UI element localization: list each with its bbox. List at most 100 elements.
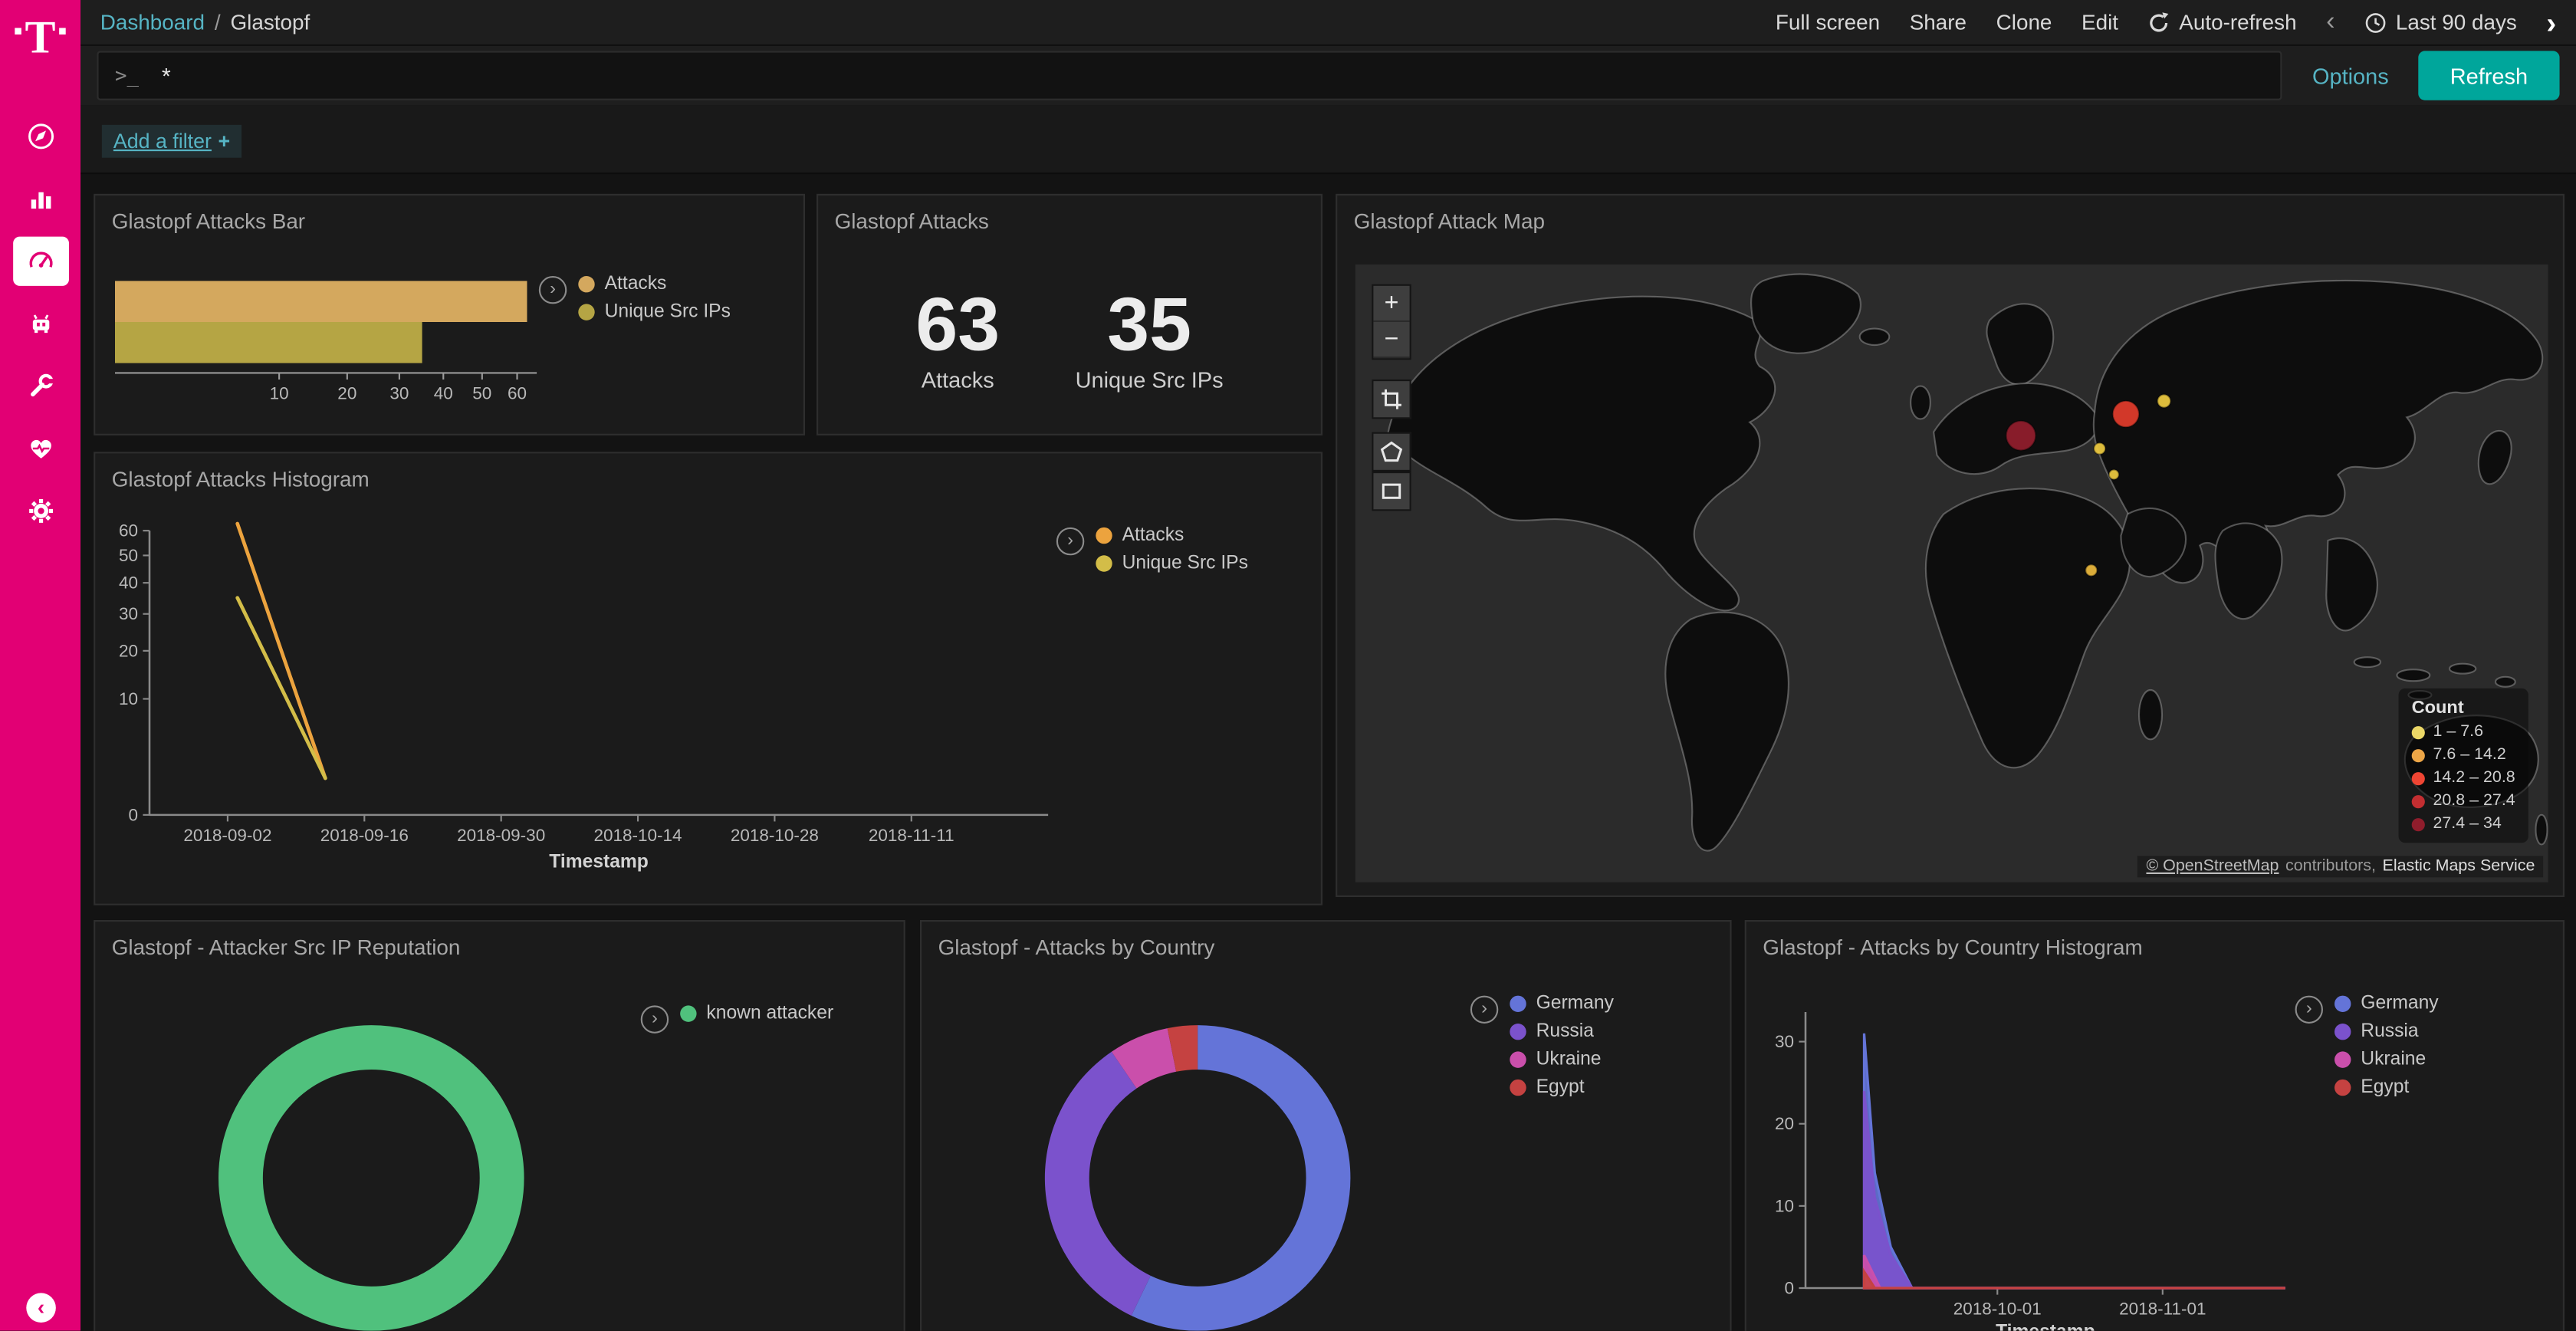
legend-color-dot [578,276,594,292]
chart-legend: Attacks Unique Src IPs [1056,526,1248,573]
zoom-in-button[interactable]: + [1373,286,1409,322]
legend-label: Ukraine [2361,1050,2426,1070]
sidebar-item-monitoring[interactable] [12,424,68,473]
area-series-Germany[interactable] [1864,1034,2285,1288]
sidebar-item-honeypot[interactable] [12,299,68,348]
time-back-chevron-icon[interactable] [2326,9,2334,35]
map-canvas[interactable]: + − Count 1 – 7.67.6 – [1355,265,2548,882]
svg-text:20: 20 [119,641,138,660]
legend-color-dot [578,304,594,320]
polygon-tool-button[interactable] [1372,432,1411,472]
legend-item[interactable]: known attacker [680,1004,833,1024]
legend-color-dot [2334,1024,2351,1040]
collapse-nav-icon[interactable] [26,1293,56,1323]
pie-slice-Russia[interactable] [1045,1052,1151,1316]
legend-item[interactable]: Attacks [578,274,731,294]
panel-title: Glastopf Attacks [818,196,1321,246]
bar-Attacks[interactable] [115,281,527,322]
time-range-label: Last 90 days [2396,10,2517,35]
legend-item[interactable]: Germany [1510,994,1614,1014]
legend-item[interactable]: Egypt [1510,1078,1614,1098]
sidebar-item-discover[interactable] [12,112,68,161]
legend-item[interactable]: Ukraine [2334,1050,2439,1070]
area-series-Egypt[interactable] [1864,1272,2285,1288]
area-series-Ukraine[interactable] [1864,1255,2285,1288]
full-screen-button[interactable]: Full screen [1776,10,1880,35]
share-button[interactable]: Share [1910,10,1967,35]
telekom-logo[interactable]: T [0,0,80,89]
legend-label: Unique Src IPs [1122,554,1248,573]
options-link[interactable]: Options [2312,64,2389,88]
edit-button[interactable]: Edit [2082,10,2118,35]
map-legend-row: 27.4 – 34 [2412,815,2515,833]
legend-toggle-icon[interactable] [2295,996,2323,1024]
legend-color-dot [2334,1080,2351,1096]
rectangle-tool-button[interactable] [1372,472,1411,511]
add-filter-link[interactable]: Add a filter + [102,125,242,158]
elastic-maps-service-link[interactable]: Elastic Maps Service [2383,858,2535,876]
legend-label: known attacker [706,1004,833,1024]
legend-item[interactable]: Russia [1510,1022,1614,1042]
area-series-Russia[interactable] [1864,1091,2285,1288]
legend-item[interactable]: Ukraine [1510,1050,1614,1070]
legend-item[interactable]: Unique Src IPs [1096,554,1248,573]
attack-point[interactable] [2157,394,2170,407]
rectangle-icon [1380,480,1403,503]
attack-point[interactable] [2109,470,2119,480]
legend-item[interactable]: Egypt [2334,1078,2439,1098]
legend-label: Unique Src IPs [605,302,731,322]
clone-button[interactable]: Clone [1996,10,2052,35]
legend-color-dot [2412,794,2425,807]
crop-tool-button[interactable] [1372,380,1411,419]
bar-Unique Src IPs[interactable] [115,322,422,363]
svg-text:10: 10 [1775,1196,1794,1215]
svg-text:20: 20 [1775,1114,1794,1133]
legend-item[interactable]: Unique Src IPs [578,302,731,322]
zoom-out-button[interactable]: − [1373,322,1409,358]
svg-text:40: 40 [434,384,453,403]
metric-group: 63 Attacks 35 Unique Src IPs [818,286,1321,393]
legend-toggle-icon[interactable] [1470,996,1498,1024]
panel-attacks-by-country-histogram: Glastopf - Attacks by Country Histogram … [1745,920,2564,1331]
polygon-icon [1380,440,1403,463]
attack-point[interactable] [2085,564,2097,576]
query-value: * [162,62,2265,88]
legend-color-dot [1510,1080,1526,1096]
breadcrumb-dashboard-link[interactable]: Dashboard [100,10,205,35]
line-series-Unique Src IPs[interactable] [238,598,326,778]
legend-toggle-icon[interactable] [1056,527,1084,555]
legend-toggle-icon[interactable] [641,1005,669,1033]
attack-point[interactable] [2113,401,2139,427]
sidebar-item-visualize[interactable] [12,174,68,223]
legend-item[interactable]: Attacks [1096,526,1248,546]
panel-glastopf-attacks-bar: Glastopf Attacks Bar 102030405060 Attack… [94,194,805,435]
time-forward-chevron-icon[interactable] [2546,8,2556,38]
kibana-dashboard-app: T [0,0,2576,1331]
sidebar: T [0,0,80,1331]
sidebar-item-dashboard[interactable] [12,237,68,286]
pie-slice-known attacker[interactable] [241,1047,502,1309]
attack-point[interactable] [2006,421,2036,451]
filter-bar: Add a filter + [80,105,2576,174]
legend-toggle-icon[interactable] [539,276,567,304]
refresh-button[interactable]: Refresh [2418,51,2559,100]
legend-item[interactable]: Germany [2334,994,2439,1014]
plus-icon: + [218,130,230,153]
attack-point[interactable] [2094,443,2105,455]
legend-item[interactable]: Russia [2334,1022,2439,1042]
line-series-Attacks[interactable] [238,524,326,778]
time-range-picker[interactable]: Last 90 days [2364,10,2517,35]
openstreetmap-link[interactable]: © OpenStreetMap [2146,858,2279,876]
topbar-actions: Full screen Share Clone Edit Auto-refres… [1776,8,2556,38]
sidebar-item-dev-tools[interactable] [12,361,68,410]
crop-icon [1380,388,1403,411]
legend-label: Attacks [1122,526,1184,546]
gauge-icon [25,246,55,276]
legend-range-label: 14.2 – 20.8 [2433,769,2515,787]
breadcrumb: Dashboard / Glastopf [100,10,310,35]
svg-text:30: 30 [1775,1032,1794,1051]
search-input[interactable]: >_ * [97,51,2282,100]
logo-letter: T [25,16,55,62]
sidebar-item-management[interactable] [12,486,68,535]
auto-refresh-button[interactable]: Auto-refresh [2148,10,2297,35]
